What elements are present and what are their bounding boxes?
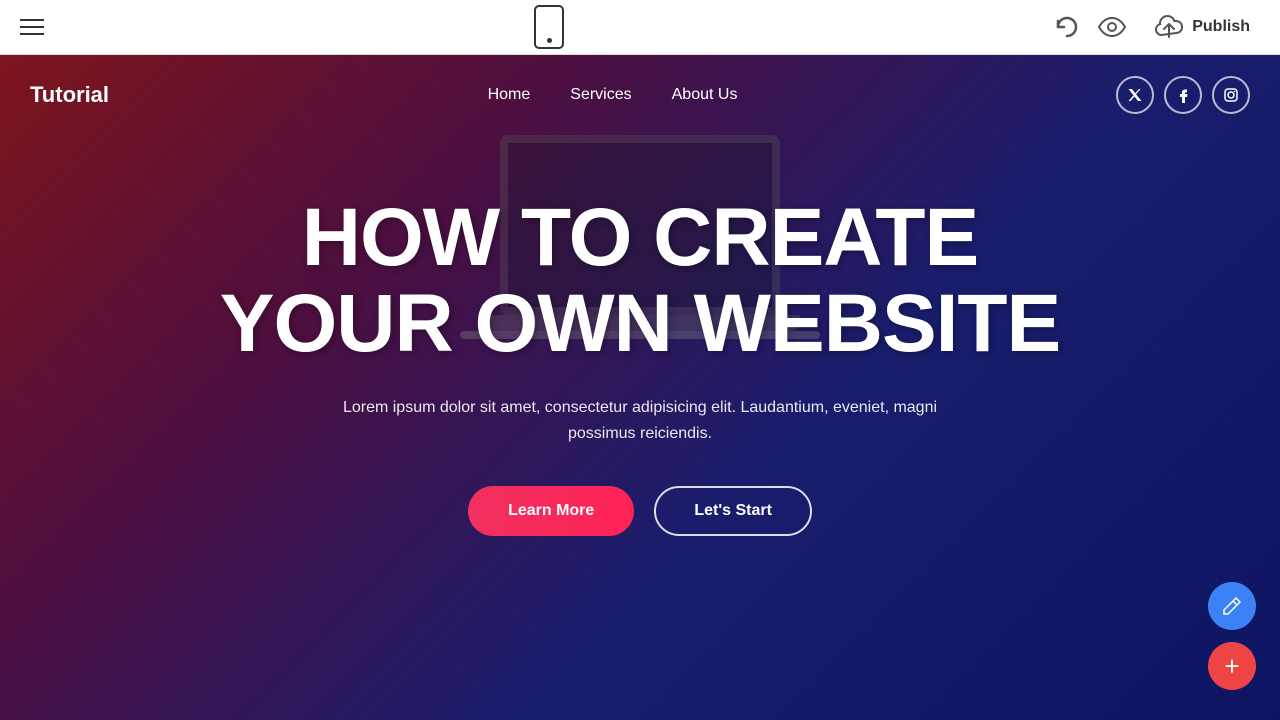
edit-fab-button[interactable] <box>1208 582 1256 630</box>
nav-link-about[interactable]: About Us <box>672 86 738 104</box>
pencil-icon <box>1221 595 1243 617</box>
site-social-links <box>1116 76 1250 114</box>
undo-icon[interactable] <box>1054 16 1080 38</box>
toolbar: Publish <box>0 0 1280 55</box>
site-navbar: Tutorial Home Services About Us <box>0 55 1280 135</box>
site-nav-links: Home Services About Us <box>488 86 738 104</box>
lets-start-button[interactable]: Let's Start <box>654 486 812 536</box>
nav-link-home[interactable]: Home <box>488 86 531 104</box>
nav-link-services[interactable]: Services <box>570 86 631 104</box>
toolbar-right: Publish <box>1054 9 1260 45</box>
hero-title-line2: YOUR OWN WEBSITE <box>220 278 1060 369</box>
facebook-button[interactable] <box>1164 76 1202 114</box>
add-fab-button[interactable]: + <box>1208 642 1256 690</box>
fab-container: + <box>1208 582 1256 690</box>
hamburger-menu[interactable] <box>20 19 44 35</box>
hero-buttons: Learn More Let's Start <box>20 486 1260 536</box>
hero-subtitle: Lorem ipsum dolor sit amet, consectetur … <box>330 395 950 446</box>
twitter-icon <box>1127 87 1143 103</box>
twitter-button[interactable] <box>1116 76 1154 114</box>
site-logo[interactable]: Tutorial <box>30 82 109 108</box>
preview-icon[interactable] <box>1098 17 1126 37</box>
facebook-icon <box>1176 87 1190 103</box>
learn-more-button[interactable]: Learn More <box>468 486 634 536</box>
instagram-icon <box>1223 87 1239 103</box>
publish-button[interactable]: Publish <box>1144 9 1260 45</box>
hero-content: HOW TO CREATE YOUR OWN WEBSITE Lorem ips… <box>0 135 1280 536</box>
hero-title: HOW TO CREATE YOUR OWN WEBSITE <box>190 195 1090 367</box>
cloud-upload-icon <box>1154 15 1184 39</box>
preview-area: Tutorial Home Services About Us <box>0 55 1280 720</box>
publish-label: Publish <box>1192 18 1250 36</box>
hero-title-line1: HOW TO CREATE <box>302 192 978 283</box>
toolbar-left <box>20 19 44 35</box>
instagram-button[interactable] <box>1212 76 1250 114</box>
mobile-preview-toggle[interactable] <box>534 5 564 49</box>
toolbar-center <box>534 5 564 49</box>
